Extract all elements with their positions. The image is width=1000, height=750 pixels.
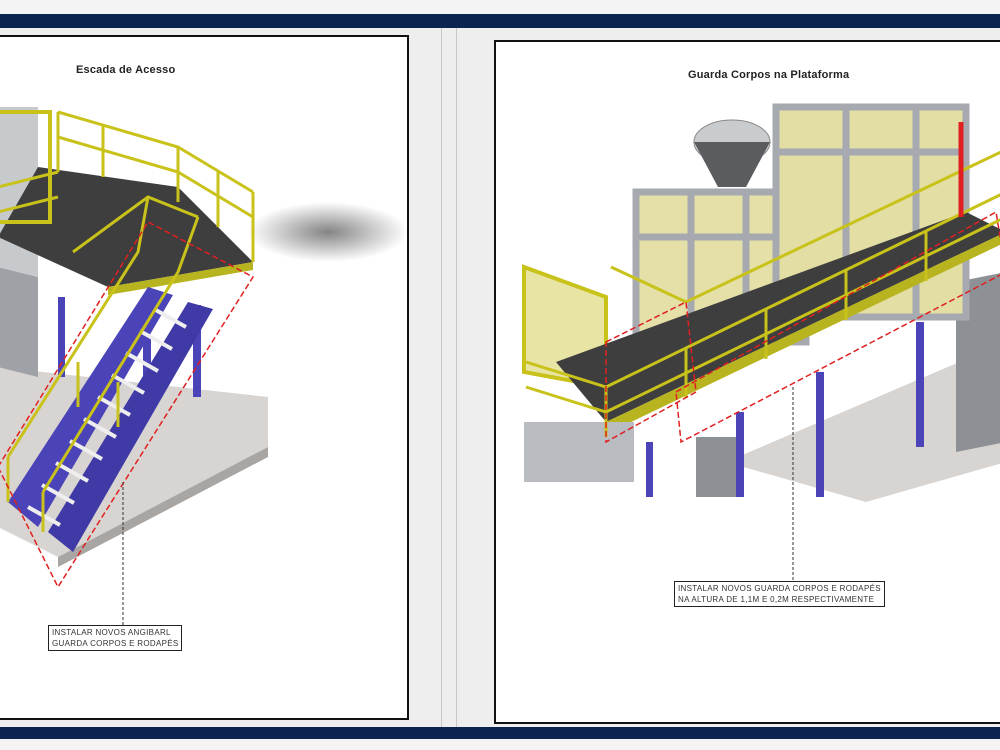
support-post-3 [58, 297, 65, 377]
building-wall [0, 267, 38, 377]
top-strip [0, 0, 1000, 15]
platform-railing-drawing [522, 103, 1000, 580]
right-callout: INSTALAR NOVOS GUARDA CORPOS E RODAPÉS N… [674, 581, 885, 607]
page-right[interactable]: Guarda Corpos na Plataforma INSTALAR NOV… [494, 40, 1000, 724]
hopper-cone [694, 142, 770, 187]
cast-shadow [248, 202, 407, 262]
page-gutter-line-left [441, 28, 442, 727]
bottom-frame-bar [0, 727, 1000, 739]
left-callout: INSTALAR NOVOS ANGIBARL GUARDA CORPOS E … [48, 625, 183, 651]
right-callout-line2: NA ALTURA DE 1,1M E 0,2M RESPECTIVAMENTE [678, 595, 875, 604]
top-frame-bar [0, 14, 1000, 28]
right-callout-line1: INSTALAR NOVOS GUARDA CORPOS E RODAPÉS [678, 584, 881, 593]
left-callout-line1: INSTALAR NOVOS ANGIBARL [52, 628, 171, 637]
access-stair-drawing [0, 107, 407, 625]
lower-box [696, 437, 736, 497]
bottom-strip [0, 739, 1000, 750]
lower-structure [524, 422, 634, 482]
page-left[interactable]: Escada de Acesso INSTALAR NOVOS ANGIBARL… [0, 35, 409, 720]
page-gutter-line-right [456, 28, 457, 727]
left-callout-line2: GUARDA CORPOS E RODAPÉS [52, 639, 179, 648]
